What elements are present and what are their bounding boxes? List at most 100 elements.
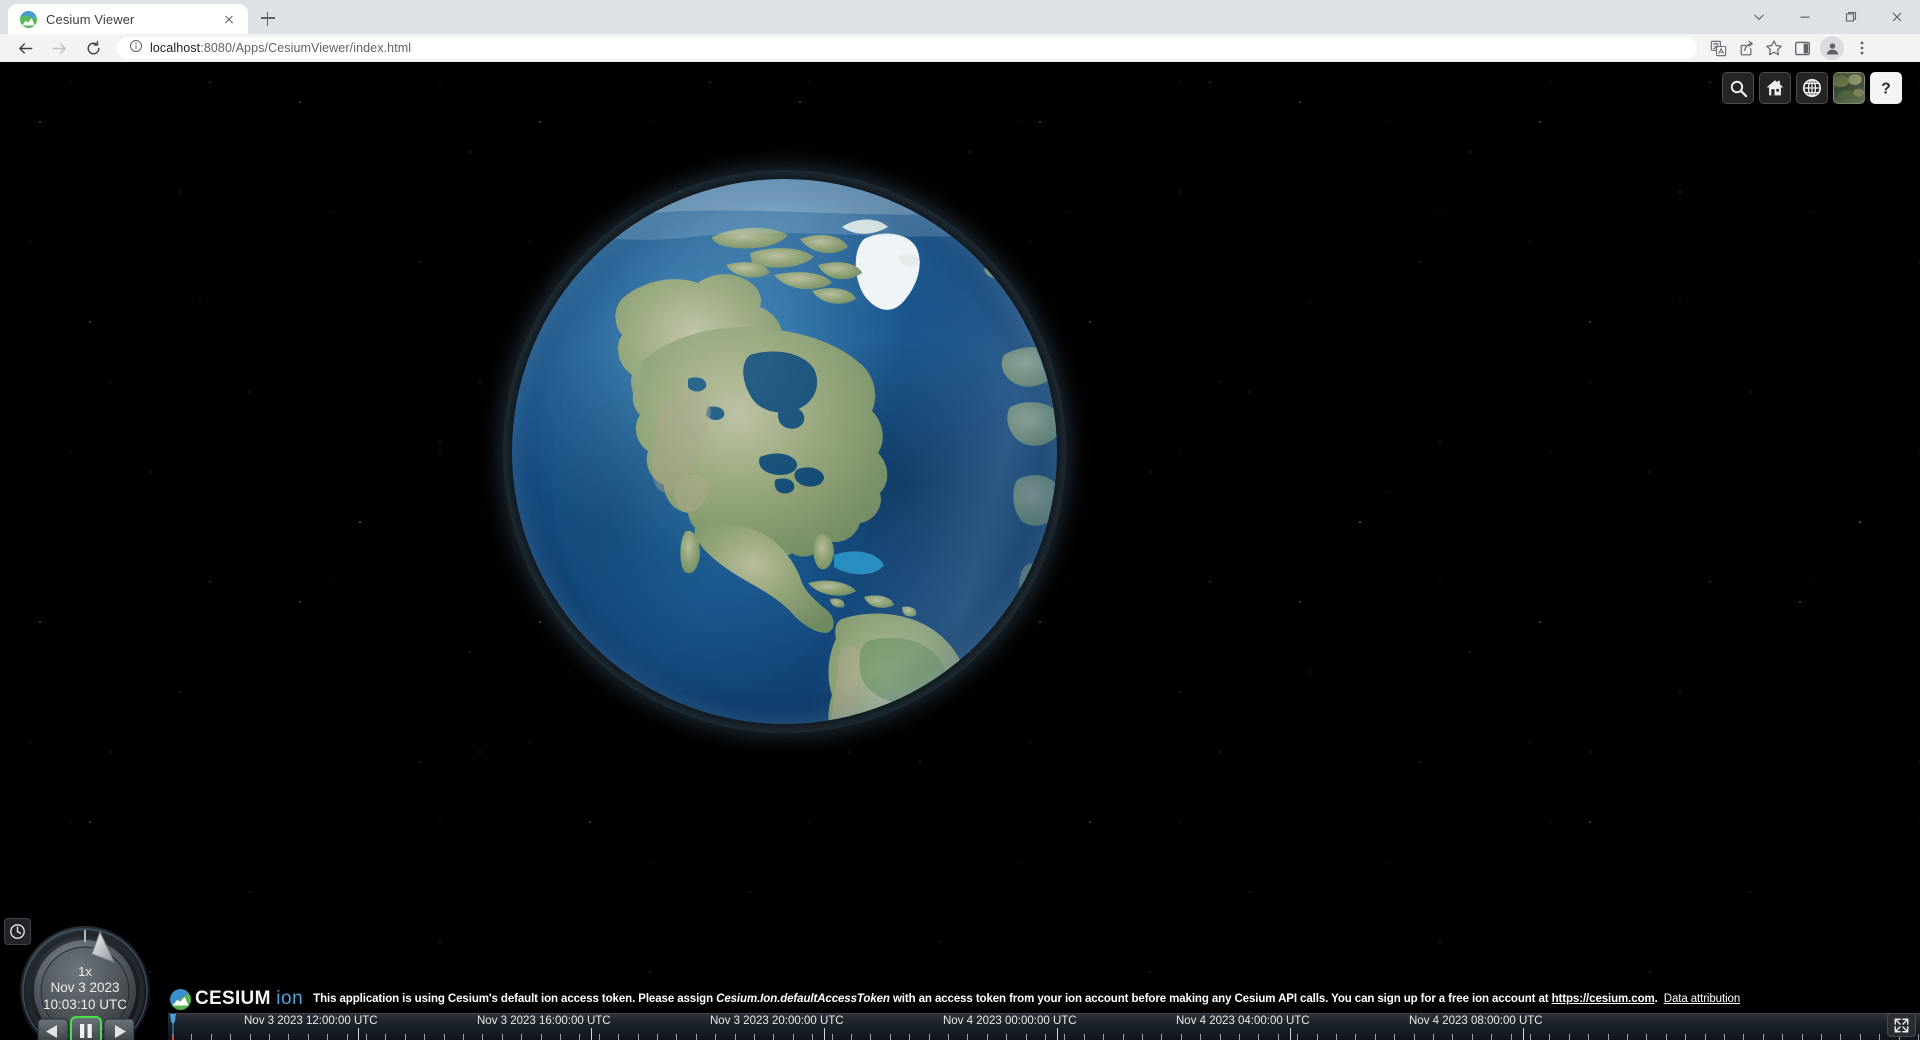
- timeline-minor-tick: [909, 1034, 910, 1040]
- profile-avatar-icon[interactable]: [1820, 36, 1844, 60]
- timeline-minor-tick: [463, 1034, 464, 1040]
- bookmark-star-icon[interactable]: [1760, 34, 1788, 62]
- fullscreen-expand-icon[interactable]: [1887, 1013, 1916, 1037]
- timeline-minor-tick: [967, 1034, 968, 1040]
- timeline-minor-tick: [1123, 1034, 1124, 1040]
- animation-widget[interactable]: 1x Nov 3 2023 10:03:10 UTC: [18, 924, 152, 1040]
- side-panel-icon[interactable]: [1788, 34, 1816, 62]
- timeline-minor-tick: [870, 1034, 871, 1040]
- minimize-icon[interactable]: [1782, 0, 1828, 34]
- globe-sphere: [512, 179, 1057, 724]
- timeline-needle[interactable]: [168, 1014, 178, 1040]
- chevron-down-icon[interactable]: [1736, 0, 1782, 34]
- close-icon[interactable]: [220, 10, 238, 28]
- timeline-minor-tick: [1045, 1034, 1046, 1040]
- arrow-left-icon[interactable]: [11, 34, 39, 62]
- timeline-ticks: Nov 3 2023 12:00:00 UTC Nov 3 2023 16:00:…: [168, 1014, 1920, 1040]
- timeline-major-tick: [591, 1028, 592, 1040]
- pause-button: [70, 1016, 102, 1040]
- timeline-minor-tick: [1181, 1034, 1182, 1040]
- timeline-minor-tick: [1433, 1034, 1434, 1040]
- timeline-minor-tick: [890, 1034, 891, 1040]
- timeline-minor-tick: [657, 1034, 658, 1040]
- timeline-minor-tick: [541, 1034, 542, 1040]
- timeline-minor-tick: [832, 1034, 833, 1040]
- timeline-minor-tick: [1142, 1034, 1143, 1040]
- timeline-minor-tick: [1549, 1034, 1550, 1040]
- timeline-minor-tick: [696, 1034, 697, 1040]
- translate-icon[interactable]: [1704, 34, 1732, 62]
- timeline-minor-tick: [347, 1034, 348, 1040]
- reload-icon[interactable]: [79, 34, 107, 62]
- tab-title: Cesium Viewer: [46, 11, 135, 27]
- geocoder-search-button[interactable]: [1722, 72, 1754, 104]
- timeline-minor-tick: [1064, 1034, 1065, 1040]
- timeline-minor-tick: [1220, 1034, 1221, 1040]
- close-window-icon[interactable]: [1874, 0, 1920, 34]
- timeline-minor-tick: [191, 1034, 192, 1040]
- timeline-minor-tick: [1705, 1034, 1706, 1040]
- base-layer-picker-button[interactable]: [1833, 72, 1865, 104]
- timeline-minor-tick: [250, 1034, 251, 1040]
- timeline-major-tick: [1057, 1028, 1058, 1040]
- share-icon[interactable]: [1732, 34, 1760, 62]
- timeline-minor-tick: [1084, 1034, 1085, 1040]
- timeline-major-tick: [358, 1028, 359, 1040]
- chrome-menu-icon[interactable]: [1848, 34, 1876, 62]
- timeline-minor-tick: [521, 1034, 522, 1040]
- browser-toolbar-icons: [1704, 34, 1876, 62]
- maximize-icon[interactable]: [1828, 0, 1874, 34]
- timeline-minor-tick: [1278, 1034, 1279, 1040]
- timeline-tick-label: Nov 4 2023 08:00:00 UTC: [1409, 1015, 1543, 1027]
- plus-icon[interactable]: [254, 4, 282, 32]
- cesium-toolbar: ?: [1722, 72, 1902, 104]
- timeline-minor-tick: [735, 1034, 736, 1040]
- timeline-minor-tick: [1355, 1034, 1356, 1040]
- tab-strip: Cesium Viewer: [0, 0, 1920, 34]
- timeline-minor-tick: [1627, 1034, 1628, 1040]
- address-bar[interactable]: localhost:8080/Apps/CesiumViewer/index.h…: [117, 37, 1697, 59]
- timeline-minor-tick: [1879, 1034, 1880, 1040]
- timeline-minor-tick: [1258, 1034, 1259, 1040]
- timeline-tick-label: Nov 3 2023 12:00:00 UTC: [244, 1015, 378, 1027]
- timeline-minor-tick: [987, 1034, 988, 1040]
- timeline-minor-tick: [812, 1034, 813, 1040]
- home-button[interactable]: [1759, 72, 1791, 104]
- timeline-widget[interactable]: Nov 3 2023 12:00:00 UTC Nov 3 2023 16:00:…: [168, 1013, 1920, 1040]
- timeline-minor-tick: [327, 1034, 328, 1040]
- scene-mode-button[interactable]: [1796, 72, 1828, 104]
- timeline-minor-tick: [676, 1034, 677, 1040]
- timeline-minor-tick: [1608, 1034, 1609, 1040]
- timeline-minor-tick: [1026, 1034, 1027, 1040]
- timeline-minor-tick: [1511, 1034, 1512, 1040]
- timeline-minor-tick: [502, 1034, 503, 1040]
- timeline-minor-tick: [773, 1034, 774, 1040]
- timeline-minor-tick: [1646, 1034, 1647, 1040]
- timeline-minor-tick: [599, 1034, 600, 1040]
- cesium-viewer-canvas[interactable]: ? 1x Nov 3 2023 10:03:10 UTC CESIUM ion …: [0, 62, 1920, 1040]
- timeline-minor-tick: [851, 1034, 852, 1040]
- info-circle-icon[interactable]: [129, 39, 143, 58]
- timeline-minor-tick: [1317, 1034, 1318, 1040]
- timeline-minor-tick: [754, 1034, 755, 1040]
- arrow-right-icon: [45, 34, 73, 62]
- url-path: :8080/Apps/CesiumViewer/index.html: [200, 41, 412, 55]
- shuttle-ring-center-tick: [84, 930, 86, 942]
- timeline-minor-tick: [288, 1034, 289, 1040]
- timeline-tick-label: Nov 4 2023 00:00:00 UTC: [943, 1015, 1077, 1027]
- earth-globe[interactable]: [488, 155, 1081, 748]
- timeline-minor-tick: [579, 1034, 580, 1040]
- timeline-minor-tick: [1200, 1034, 1201, 1040]
- globe-limb-shading: [512, 179, 1057, 724]
- browser-tab[interactable]: Cesium Viewer: [8, 4, 248, 34]
- timeline-minor-tick: [1336, 1034, 1337, 1040]
- timeline-major-tick: [1290, 1028, 1291, 1040]
- timeline-minor-tick: [1472, 1034, 1473, 1040]
- timeline-minor-tick: [405, 1034, 406, 1040]
- timeline-tick-label: Nov 3 2023 20:00:00 UTC: [710, 1015, 844, 1027]
- timeline-minor-tick: [211, 1034, 212, 1040]
- timeline-minor-tick: [618, 1034, 619, 1040]
- timeline-minor-tick: [482, 1034, 483, 1040]
- navigation-help-button[interactable]: ?: [1870, 72, 1902, 104]
- timeline-minor-tick: [638, 1034, 639, 1040]
